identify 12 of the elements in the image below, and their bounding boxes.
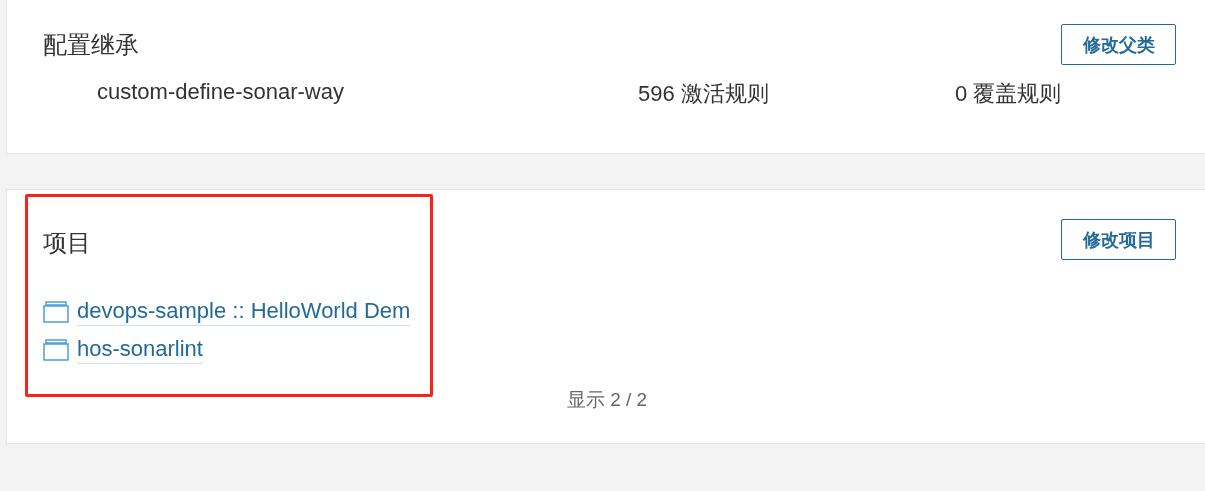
change-projects-button[interactable]: 修改项目 xyxy=(1061,219,1176,260)
change-parent-button[interactable]: 修改父类 xyxy=(1061,24,1176,65)
profile-name: custom-define-sonar-way xyxy=(97,79,345,106)
active-rules-count: 596 激活规则 xyxy=(638,80,770,108)
project-link[interactable]: hos-sonarlint xyxy=(77,335,203,364)
section-title: 配置继承 xyxy=(43,29,139,60)
project-link[interactable]: devops-sample :: HelloWorld Dem xyxy=(77,297,411,326)
project-icon xyxy=(43,338,69,361)
section-title: 项目 xyxy=(43,228,92,258)
project-icon xyxy=(43,300,69,323)
overriding-rules-count: 0 覆盖规则 xyxy=(955,80,1063,108)
pagination-count: 显示 2 / 2 xyxy=(566,389,648,410)
